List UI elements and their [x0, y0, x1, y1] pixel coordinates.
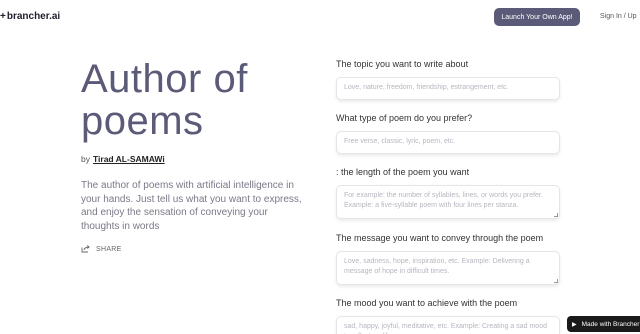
author-link[interactable]: Tirad AL-SAMAWi	[93, 154, 165, 164]
share-button[interactable]: SHARE	[81, 245, 311, 253]
brand-logo[interactable]: + brancher.ai	[0, 11, 60, 22]
field-topic: The topic you want to write about Love, …	[336, 58, 560, 100]
topic-input[interactable]: Love, nature, freedom, friendship, estra…	[336, 77, 560, 100]
mood-textarea[interactable]: sad, happy, joyful, meditative, etc. Exa…	[336, 316, 560, 334]
topic-placeholder: Love, nature, freedom, friendship, estra…	[344, 84, 509, 91]
sign-in-link[interactable]: Sign In / Up	[600, 13, 637, 20]
message-textarea[interactable]: Love, sadness, hope, inspiration, etc. E…	[336, 251, 560, 285]
resize-handle-icon[interactable]	[554, 279, 558, 283]
logo-mark-icon: +	[0, 11, 6, 22]
length-textarea[interactable]: For example: the number of syllables, li…	[336, 185, 560, 219]
length-placeholder: For example: the number of syllables, li…	[344, 192, 543, 209]
field-label-message: The message you want to convey through t…	[336, 233, 544, 243]
field-mood: The mood you want to achieve with the po…	[336, 297, 560, 334]
type-placeholder: Free verse, classic, lyric, poem, etc.	[344, 138, 456, 145]
resize-handle-icon[interactable]	[554, 213, 558, 217]
field-label-mood: The mood you want to achieve with the po…	[336, 298, 518, 308]
logo-text: brancher.ai	[6, 11, 61, 22]
byline: by Tirad AL-SAMAWi	[81, 154, 311, 164]
share-icon	[81, 245, 90, 253]
badge-label: Made with Brancher	[581, 320, 640, 328]
field-length: : the length of the poem you want For ex…	[336, 166, 560, 219]
app-description: The author of poems with artificial inte…	[81, 180, 302, 232]
hero-section: Author of poems by Tirad AL-SAMAWi The au…	[81, 58, 311, 253]
made-with-brancher-badge[interactable]: ▶ Made with Brancher	[567, 316, 640, 332]
field-type: What type of poem do you prefer? Free ve…	[336, 112, 560, 154]
play-icon: ▶	[572, 321, 577, 328]
message-placeholder: Love, sadness, hope, inspiration, etc. E…	[344, 258, 530, 275]
field-label-topic: The topic you want to write about	[336, 59, 469, 69]
top-bar: + brancher.ai Launch Your Own App! Sign …	[0, 0, 640, 34]
field-message: The message you want to convey through t…	[336, 232, 560, 285]
field-label-type: What type of poem do you prefer?	[336, 113, 473, 123]
mood-placeholder: sad, happy, joyful, meditative, etc. Exa…	[344, 323, 547, 334]
poem-form: The topic you want to write about Love, …	[336, 58, 560, 334]
field-label-length: : the length of the poem you want	[336, 167, 470, 177]
launch-app-button[interactable]: Launch Your Own App!	[494, 8, 580, 26]
page-title: Author of poems	[81, 57, 248, 143]
share-label: SHARE	[96, 245, 122, 253]
by-label: by	[81, 154, 90, 164]
type-input[interactable]: Free verse, classic, lyric, poem, etc.	[336, 131, 560, 154]
